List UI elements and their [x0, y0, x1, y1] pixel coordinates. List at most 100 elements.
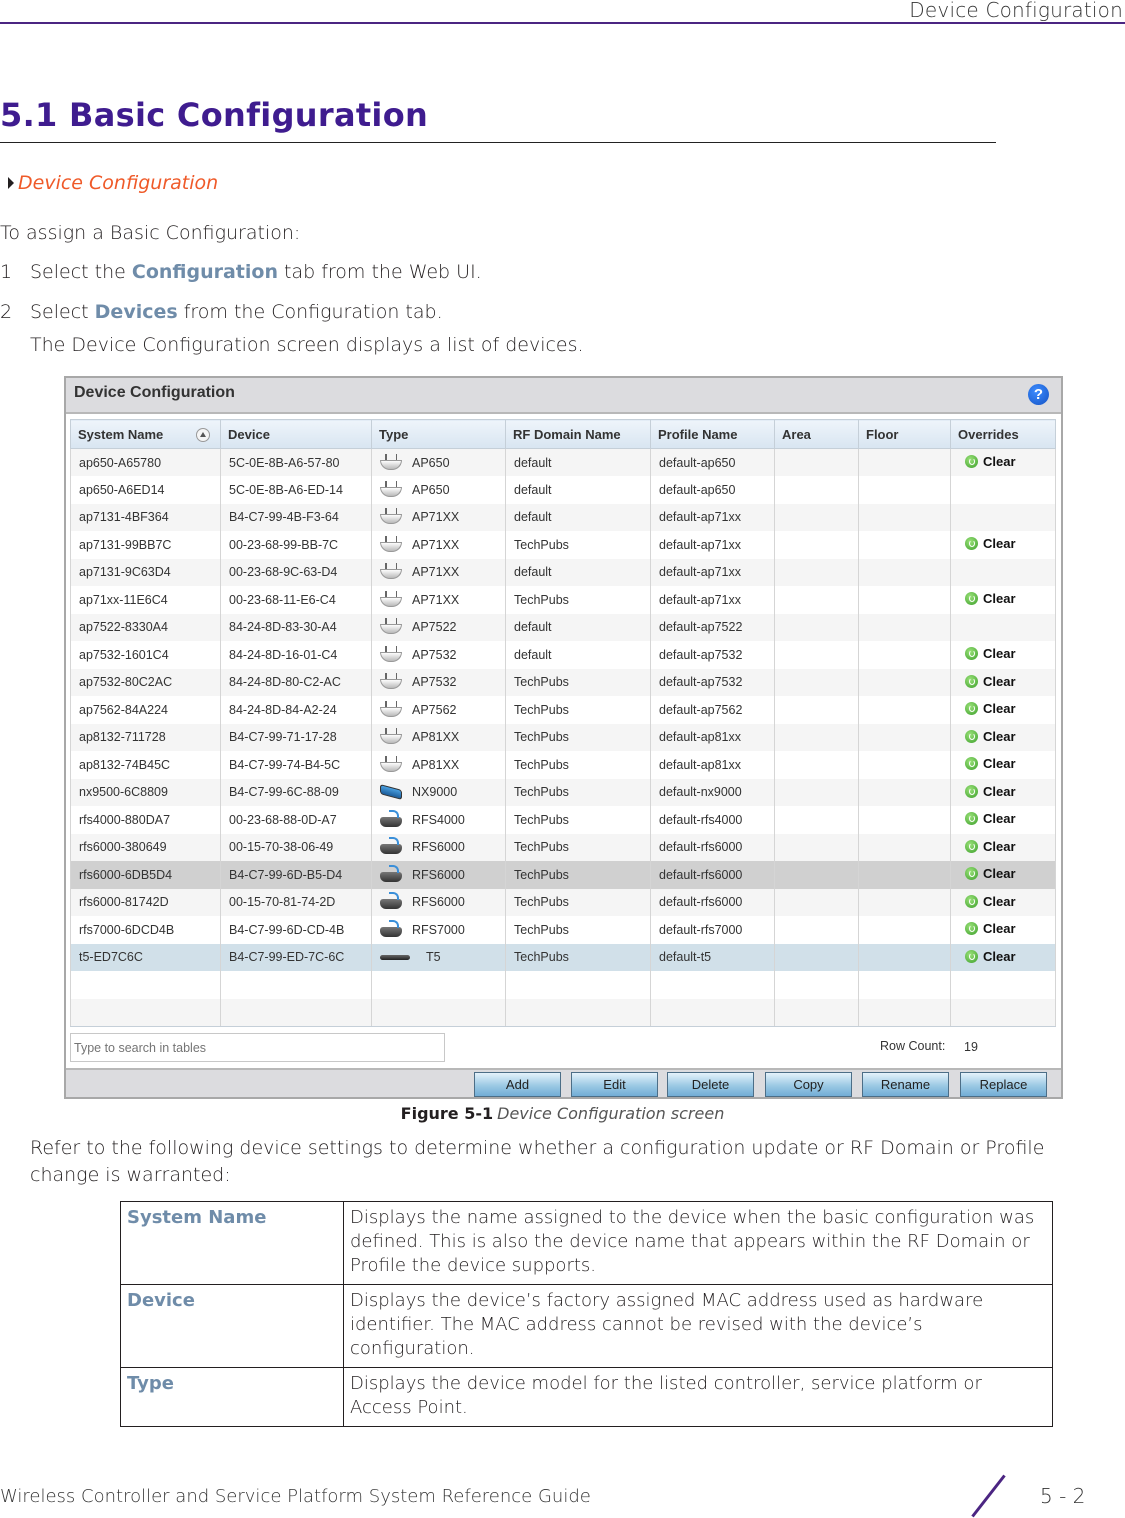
empty-table-row — [70, 971, 1056, 999]
clear-override-button[interactable]: Clear — [965, 646, 1016, 661]
cell-floor — [858, 558, 951, 586]
table-row[interactable]: ap650-A6ED14 5C-0E-8B-A6-ED-14 AP650 defaul… — [70, 476, 1056, 504]
empty-table-row — [70, 998, 1056, 1027]
table-row[interactable]: rfs6000-380649 00-15-70-38-06-49 RFS6000 Te… — [70, 833, 1056, 861]
figure-caption-text: Device Configuration screen — [497, 1104, 725, 1123]
empty-cell — [858, 998, 951, 1027]
clear-label: Clear — [983, 811, 1016, 827]
refresh-icon — [965, 839, 978, 853]
delete-button[interactable]: Delete — [667, 1072, 754, 1097]
cell-profile: default-ap7532 — [650, 641, 775, 669]
clear-override-button[interactable]: Clear — [965, 894, 1016, 909]
cell-override — [950, 558, 1056, 586]
table-row[interactable]: ap7532-80C2AC 84-24-8D-80-C2-AC AP7532 Tech… — [70, 668, 1056, 696]
cell-override: Clear — [950, 778, 1056, 806]
cell-profile: default-ap71xx — [650, 586, 775, 614]
device-table: System Name Device Type RF Domain Name Profi… — [70, 419, 1056, 1027]
footer-guide-title: Wireless Controller and Service Platform… — [0, 1486, 591, 1507]
clear-override-button[interactable]: Clear — [965, 949, 1016, 964]
column-header[interactable]: RF Domain Name — [505, 419, 651, 449]
column-header[interactable]: Overrides — [950, 419, 1056, 449]
table-row[interactable]: t5-ED7C6C B4-C7-99-ED-7C-6C T5 TechPubs defa… — [70, 943, 1056, 971]
cell-floor — [858, 641, 951, 669]
clear-label: Clear — [983, 866, 1016, 882]
copy-button[interactable]: Copy — [765, 1072, 852, 1097]
empty-cell — [858, 971, 951, 999]
cell-profile: default-ap7562 — [650, 696, 775, 724]
column-header-label: Floor — [866, 426, 899, 442]
help-icon[interactable]: ? — [1028, 384, 1049, 405]
table-row[interactable]: ap650-A65780 5C-0E-8B-A6-57-80 AP650 defaul… — [70, 448, 1056, 476]
cell-rf-domain: TechPubs — [505, 778, 651, 806]
access-point-icon — [380, 563, 402, 580]
table-row[interactable]: nx9500-6C8809 B4-C7-99-6C-88-09 NX9000 Tech… — [70, 778, 1056, 806]
table-row[interactable]: ap7131-99BB7C 00-23-68-99-BB-7C AP71XX Tech… — [70, 531, 1056, 559]
page-number: 5 - 2 — [1040, 1484, 1086, 1508]
clear-override-button[interactable]: Clear — [965, 756, 1016, 771]
clear-override-button[interactable]: Clear — [965, 591, 1016, 606]
cell-area — [774, 943, 859, 971]
clear-override-button[interactable]: Clear — [965, 701, 1016, 716]
cell-floor — [858, 943, 951, 971]
column-header[interactable]: Device — [220, 419, 372, 449]
refresh-icon — [965, 674, 978, 688]
clear-override-button[interactable]: Clear — [965, 729, 1016, 744]
clear-override-button[interactable]: Clear — [965, 674, 1016, 689]
table-row[interactable]: ap7131-4BF364 B4-C7-99-4B-F3-64 AP71XX defa… — [70, 503, 1056, 531]
step-number: 2 — [0, 301, 13, 323]
device-type-label: AP71XX — [412, 565, 460, 580]
table-row[interactable]: rfs7000-6DCD4B B4-C7-99-6D-CD-4B RFS7000 Te… — [70, 916, 1056, 944]
empty-cell — [371, 998, 506, 1027]
cell-device: 84-24-8D-84-A2-24 — [220, 696, 372, 724]
cell-type: AP650 — [371, 476, 506, 504]
cell-override: Clear — [950, 888, 1056, 916]
table-row[interactable]: ap7562-84A224 84-24-8D-84-A2-24 AP7562 Tech… — [70, 696, 1056, 724]
table-search-input[interactable] — [70, 1033, 445, 1062]
replace-button[interactable]: Replace — [960, 1072, 1047, 1097]
clear-label: Clear — [983, 728, 1016, 744]
column-header[interactable]: Type — [371, 419, 506, 449]
clear-override-button[interactable]: Clear — [965, 784, 1016, 799]
cross-reference-link[interactable]: Device Configuration — [8, 172, 218, 194]
type-cell: RFS7000 — [380, 919, 505, 937]
step-text-pre: Select — [30, 301, 95, 323]
clear-override-button[interactable]: Clear — [965, 839, 1016, 854]
sort-ascending-icon[interactable] — [196, 428, 210, 442]
table-row[interactable]: ap8132-711728 B4-C7-99-71-17-28 AP81XX Tech… — [70, 723, 1056, 751]
empty-cell — [371, 971, 506, 999]
column-header[interactable]: Profile Name — [650, 419, 775, 449]
table-row[interactable]: ap8132-74B45C B4-C7-99-74-B4-5C AP81XX Tech… — [70, 751, 1056, 779]
rename-button[interactable]: Rename — [862, 1072, 949, 1097]
clear-override-button[interactable]: Clear — [965, 454, 1016, 469]
cell-rf-domain: TechPubs — [505, 916, 651, 944]
table-row[interactable]: ap7532-1601C4 84-24-8D-16-01-C4 AP7532 defa… — [70, 641, 1056, 669]
cell-system-name: ap650-A65780 — [70, 448, 221, 476]
clear-override-button[interactable]: Clear — [965, 811, 1016, 826]
title-rule — [0, 142, 996, 143]
table-row[interactable]: ap7522-8330A4 84-24-8D-83-30-A4 AP7522 defa… — [70, 613, 1056, 641]
column-header[interactable]: System Name — [70, 419, 221, 449]
column-header[interactable]: Floor — [858, 419, 951, 449]
table-row[interactable]: ap71xx-11E6C4 00-23-68-11-E6-C4 AP71XX Tech… — [70, 586, 1056, 614]
refresh-icon — [965, 537, 978, 551]
cell-rf-domain: TechPubs — [505, 696, 651, 724]
edit-button[interactable]: Edit — [571, 1072, 658, 1097]
table-row[interactable]: ap7131-9C63D4 00-23-68-9C-63-D4 AP71XX defa… — [70, 558, 1056, 586]
controller-icon — [380, 919, 402, 937]
step-note: The Device Configuration screen displays… — [30, 334, 584, 356]
cell-device: 84-24-8D-16-01-C4 — [220, 641, 372, 669]
access-point-icon — [380, 755, 402, 772]
step-text-post: from the Configuration tab. — [177, 301, 443, 323]
add-button[interactable]: Add — [474, 1072, 561, 1097]
cell-system-name: rfs7000-6DCD4B — [70, 916, 221, 944]
table-row[interactable]: rfs4000-880DA7 00-23-68-88-0D-A7 RFS4000 Te… — [70, 806, 1056, 834]
cell-rf-domain: default — [505, 448, 651, 476]
column-header[interactable]: Area — [774, 419, 859, 449]
device-type-label: RFS6000 — [412, 867, 465, 882]
clear-override-button[interactable]: Clear — [965, 866, 1016, 881]
table-row[interactable]: rfs6000-81742D 00-15-70-81-74-2D RFS6000 Te… — [70, 888, 1056, 916]
clear-override-button[interactable]: Clear — [965, 921, 1016, 936]
table-row[interactable]: rfs6000-6DB5D4 B4-C7-99-6D-B5-D4 RFS6000 Te… — [70, 861, 1056, 889]
clear-override-button[interactable]: Clear — [965, 536, 1016, 551]
cell-floor — [858, 503, 951, 531]
